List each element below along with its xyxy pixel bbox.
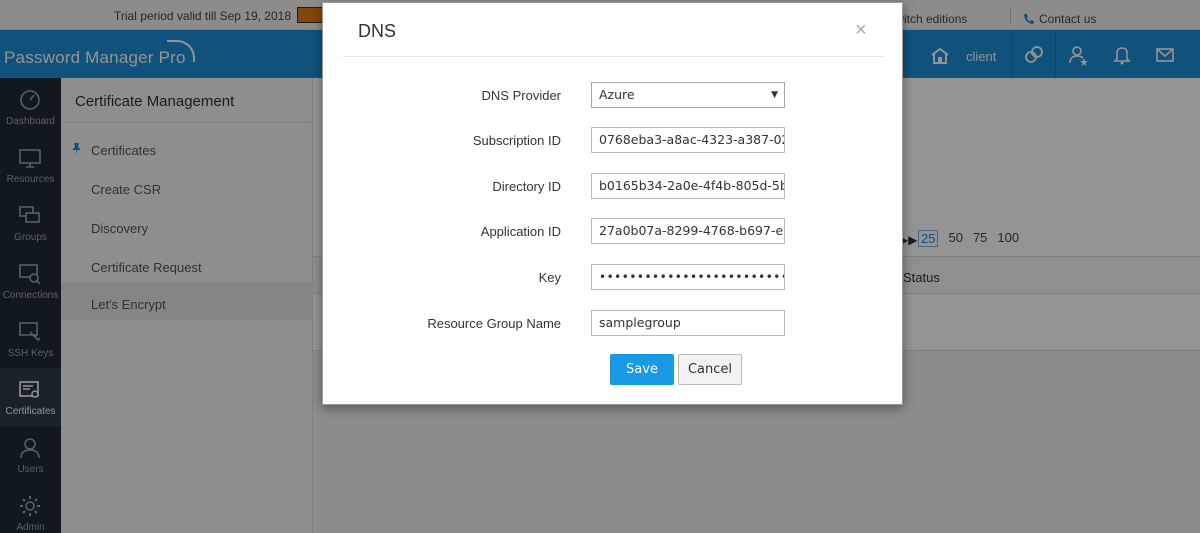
cancel-button[interactable]: Cancel bbox=[678, 354, 742, 385]
dns-provider-row: DNS Provider Azure ▼ bbox=[323, 82, 904, 108]
subscription-id-row: Subscription ID 0768eba3-a8ac-4323-a387-… bbox=[323, 127, 904, 153]
resource-group-field[interactable]: samplegroup bbox=[591, 310, 785, 336]
directory-id-row: Directory ID b0165b34-2a0e-4f4b-805d-5b9 bbox=[323, 173, 904, 199]
application-id-label: Application ID bbox=[480, 224, 561, 239]
subscription-id-field[interactable]: 0768eba3-a8ac-4323-a387-02f bbox=[591, 127, 785, 153]
close-icon[interactable]: × bbox=[855, 19, 867, 42]
chevron-down-icon: ▼ bbox=[771, 90, 778, 100]
dns-dialog: DNS × DNS Provider Azure ▼ Subscription … bbox=[322, 2, 903, 405]
dialog-separator bbox=[343, 56, 884, 57]
key-row: Key ••••••••••••••••••••••••••••••••••••… bbox=[323, 264, 904, 290]
dns-provider-value: Azure bbox=[599, 87, 635, 102]
dns-provider-select[interactable]: Azure ▼ bbox=[591, 82, 785, 108]
resource-group-row: Resource Group Name samplegroup bbox=[323, 310, 904, 336]
directory-id-label: Directory ID bbox=[492, 179, 561, 194]
resource-group-label: Resource Group Name bbox=[427, 316, 561, 331]
subscription-id-label: Subscription ID bbox=[472, 133, 561, 148]
dns-provider-label: DNS Provider bbox=[481, 88, 561, 103]
key-password-field[interactable]: •••••••••••••••••••••••••••••••••••••• bbox=[591, 264, 785, 290]
key-label: Key bbox=[538, 270, 561, 285]
application-id-field[interactable]: 27a0b07a-8299-4768-b697-e99 bbox=[591, 218, 785, 244]
dialog-title: DNS bbox=[358, 21, 397, 41]
application-id-row: Application ID 27a0b07a-8299-4768-b697-e… bbox=[323, 218, 904, 244]
directory-id-field[interactable]: b0165b34-2a0e-4f4b-805d-5b9 bbox=[591, 173, 785, 199]
save-button[interactable]: Save bbox=[610, 354, 674, 385]
